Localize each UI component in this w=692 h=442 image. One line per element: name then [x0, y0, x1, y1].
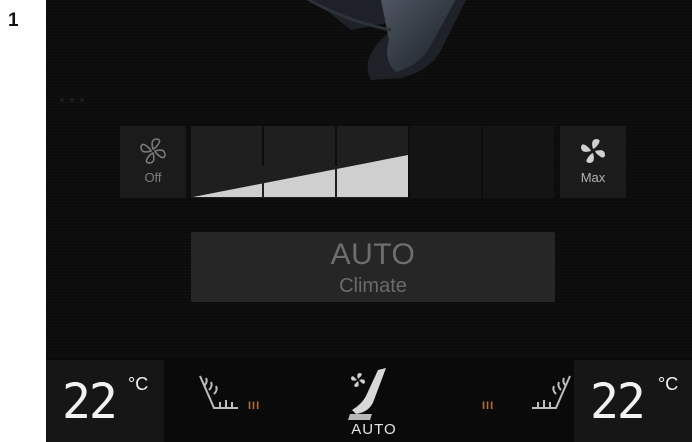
driver-seat-heat-button[interactable]: [194, 368, 244, 423]
fan-off-label: Off: [144, 170, 162, 185]
fan-off-button[interactable]: Off: [120, 126, 186, 198]
passenger-temp-value: 22: [590, 374, 646, 430]
driver-temp-value: 22: [62, 374, 118, 430]
fan-speed-slider[interactable]: [191, 126, 556, 198]
fan-max-button[interactable]: Max: [560, 126, 626, 198]
airflow-button[interactable]: [342, 366, 402, 427]
climate-bottom-bar: 22 °C III AUTO III 22 °C: [46, 358, 692, 442]
passenger-temp-unit: °C: [658, 374, 679, 394]
auto-climate-subtitle: Climate: [339, 275, 407, 297]
page-indicator: [60, 98, 84, 102]
auto-climate-title: AUTO: [330, 238, 416, 271]
passenger-temperature[interactable]: 22 °C: [574, 360, 692, 442]
figure-number: 1: [8, 10, 19, 31]
heated-seat-icon: [199, 375, 238, 409]
fan-outline-icon: [138, 136, 168, 171]
passenger-seat-heat-button[interactable]: [526, 368, 576, 423]
fan-solid-icon: [578, 136, 608, 171]
heated-seat-icon: [532, 375, 571, 409]
seat-illustration: [306, 0, 466, 80]
auto-climate-button[interactable]: AUTO Climate: [191, 232, 555, 302]
airflow-mode-label: AUTO: [351, 421, 397, 438]
driver-seat-heat-level: III: [248, 400, 261, 412]
driver-temperature[interactable]: 22 °C: [46, 360, 164, 442]
driver-temp-unit: °C: [128, 374, 149, 394]
fan-max-label: Max: [580, 170, 606, 185]
airflow-seat-icon: [348, 368, 386, 420]
fan-level-fill: [193, 155, 408, 198]
climate-screen: Off Max AUTO Climate 22 °C III AUTO III …: [46, 0, 692, 442]
passenger-seat-heat-level: III: [482, 400, 495, 412]
